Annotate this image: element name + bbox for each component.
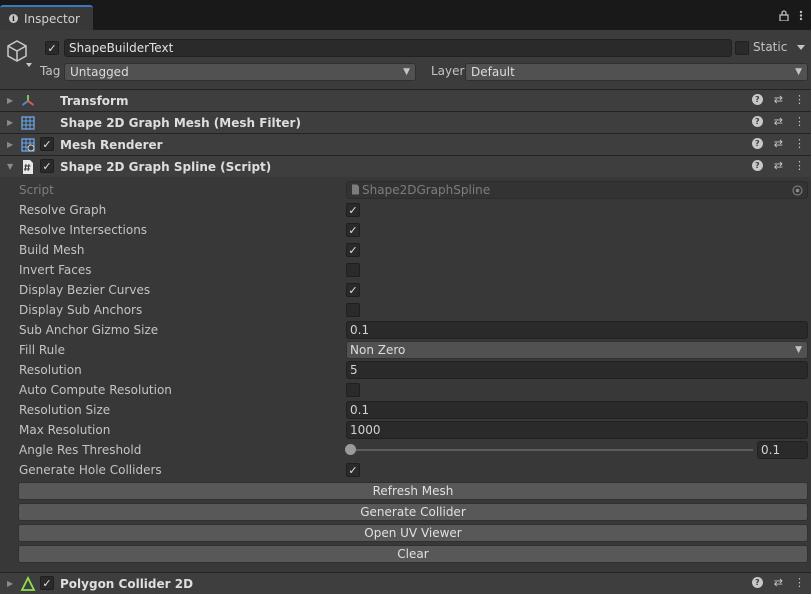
resolution-input[interactable]: 5 [346, 361, 808, 379]
sub-anchor-gizmo-size-input[interactable]: 0.1 [346, 321, 808, 339]
component-menu-icon[interactable]: ⋮ [794, 93, 805, 106]
tab-inspector[interactable]: i Inspector [0, 5, 93, 30]
angle-res-threshold-input[interactable]: 0.1 [757, 441, 808, 459]
resolve-intersections-checkbox[interactable]: ✓ [346, 223, 360, 237]
mesh-renderer-icon [21, 138, 35, 152]
chevron-down-icon: ▼ [795, 67, 802, 77]
generate-collider-button[interactable]: Generate Collider [18, 503, 808, 521]
component-mesh-renderer[interactable]: ▶ ✓ Mesh Renderer ? ⇄ ⋮ [0, 133, 811, 155]
presets-icon[interactable]: ⇄ [774, 93, 783, 106]
active-checkbox[interactable]: ✓ [45, 41, 59, 55]
script-label: Script [19, 183, 54, 197]
display-sub-anchors-label: Display Sub Anchors [19, 303, 143, 317]
display-sub-anchors-checkbox[interactable] [346, 303, 360, 317]
enable-checkbox[interactable]: ✓ [40, 576, 54, 590]
component-menu-icon[interactable]: ⋮ [794, 576, 805, 589]
presets-icon[interactable]: ⇄ [774, 159, 783, 172]
build-mesh-checkbox[interactable]: ✓ [346, 243, 360, 257]
component-menu-icon[interactable]: ⋮ [794, 159, 805, 172]
generate-hole-colliders-checkbox[interactable]: ✓ [346, 463, 360, 477]
component-shape2d-graph-spline[interactable]: ▼ ✓ Shape 2D Graph Spline (Script) ? ⇄ ⋮ [0, 155, 811, 177]
help-icon[interactable]: ? [751, 116, 763, 127]
enable-checkbox[interactable]: ✓ [40, 137, 54, 151]
build-mesh-label: Build Mesh [19, 243, 85, 257]
layer-dropdown[interactable]: Default ▼ [465, 63, 808, 81]
static-label: Static [753, 40, 788, 54]
help-icon[interactable]: ? [751, 138, 763, 149]
clear-button[interactable]: Clear [18, 545, 808, 563]
mesh-filter-icon [21, 116, 35, 130]
fill-rule-dropdown[interactable]: Non Zero ▼ [346, 341, 808, 359]
gameobject-cube-icon[interactable] [6, 38, 34, 68]
component-polygon-collider-2d[interactable]: ▶ ✓ Polygon Collider 2D ? ⇄ ⋮ [0, 572, 811, 594]
component-title: Polygon Collider 2D [60, 576, 194, 591]
resolution-label: Resolution [19, 363, 82, 377]
max-resolution-label: Max Resolution [19, 423, 111, 437]
tab-bar: i Inspector [0, 0, 811, 30]
angle-res-slider-track[interactable] [350, 449, 753, 451]
resolve-graph-label: Resolve Graph [19, 203, 107, 217]
fold-arrow-icon[interactable]: ▶ [7, 140, 13, 149]
fold-arrow-icon[interactable]: ▶ [7, 118, 13, 127]
layer-label: Layer [431, 64, 465, 78]
max-resolution-input[interactable]: 1000 [346, 421, 808, 439]
tab-label: Inspector [24, 11, 80, 26]
component-transform[interactable]: ▶ Transform ? ⇄ ⋮ [0, 89, 811, 111]
lock-icon[interactable] [779, 10, 789, 21]
menu-icon[interactable] [799, 10, 803, 21]
chevron-down-icon: ▼ [403, 67, 410, 77]
component-mesh-filter[interactable]: ▶ Shape 2D Graph Mesh (Mesh Filter) ? ⇄ … [0, 111, 811, 133]
resolution-size-label: Resolution Size [19, 403, 111, 417]
object-picker-icon[interactable] [792, 185, 803, 196]
static-checkbox[interactable] [735, 41, 749, 55]
auto-compute-resolution-label: Auto Compute Resolution [19, 383, 172, 397]
open-uv-viewer-button[interactable]: Open UV Viewer [18, 524, 808, 542]
tag-dropdown[interactable]: Untagged ▼ [64, 63, 416, 81]
component-title: Shape 2D Graph Mesh (Mesh Filter) [60, 115, 301, 130]
display-bezier-curves-label: Display Bezier Curves [19, 283, 151, 297]
resolve-intersections-label: Resolve Intersections [19, 223, 148, 237]
sub-anchor-gizmo-size-label: Sub Anchor Gizmo Size [19, 323, 159, 337]
fill-rule-label: Fill Rule [19, 343, 65, 357]
script-file-icon [352, 184, 359, 195]
chevron-down-icon[interactable] [797, 45, 805, 51]
presets-icon[interactable]: ⇄ [774, 115, 783, 128]
presets-icon[interactable]: ⇄ [774, 137, 783, 150]
fold-arrow-icon[interactable]: ▶ [7, 96, 13, 105]
component-title: Mesh Renderer [60, 137, 163, 152]
help-icon[interactable]: ? [751, 160, 763, 171]
script-field: Shape2DGraphSpline [346, 181, 808, 199]
refresh-mesh-button[interactable]: Refresh Mesh [18, 482, 808, 500]
invert-faces-label: Invert Faces [19, 263, 92, 277]
component-title: Shape 2D Graph Spline (Script) [60, 159, 272, 174]
tag-label: Tag [40, 64, 61, 78]
angle-res-threshold-label: Angle Res Threshold [19, 443, 142, 457]
object-name-input[interactable]: ShapeBuilderText [64, 39, 732, 57]
transform-icon [21, 95, 35, 106]
fold-arrow-icon[interactable]: ▶ [7, 579, 13, 588]
auto-compute-resolution-checkbox[interactable] [346, 383, 360, 397]
polygon-collider-icon [20, 576, 36, 591]
component-title: Transform [60, 93, 129, 108]
display-bezier-curves-checkbox[interactable]: ✓ [346, 283, 360, 297]
help-icon[interactable]: ? [751, 94, 763, 105]
enable-checkbox[interactable]: ✓ [40, 159, 54, 173]
component-menu-icon[interactable]: ⋮ [794, 137, 805, 150]
script-icon [23, 160, 33, 174]
resolution-size-input[interactable]: 0.1 [346, 401, 808, 419]
help-icon[interactable]: ? [751, 577, 763, 588]
tab-controls [779, 10, 803, 21]
fold-arrow-icon[interactable]: ▼ [7, 162, 13, 171]
generate-hole-colliders-label: Generate Hole Colliders [19, 463, 162, 477]
invert-faces-checkbox[interactable] [346, 263, 360, 277]
chevron-down-icon: ▼ [795, 345, 802, 355]
angle-res-slider-thumb[interactable] [345, 444, 356, 455]
presets-icon[interactable]: ⇄ [774, 576, 783, 589]
info-icon: i [9, 14, 18, 23]
resolve-graph-checkbox[interactable]: ✓ [346, 203, 360, 217]
component-menu-icon[interactable]: ⋮ [794, 115, 805, 128]
